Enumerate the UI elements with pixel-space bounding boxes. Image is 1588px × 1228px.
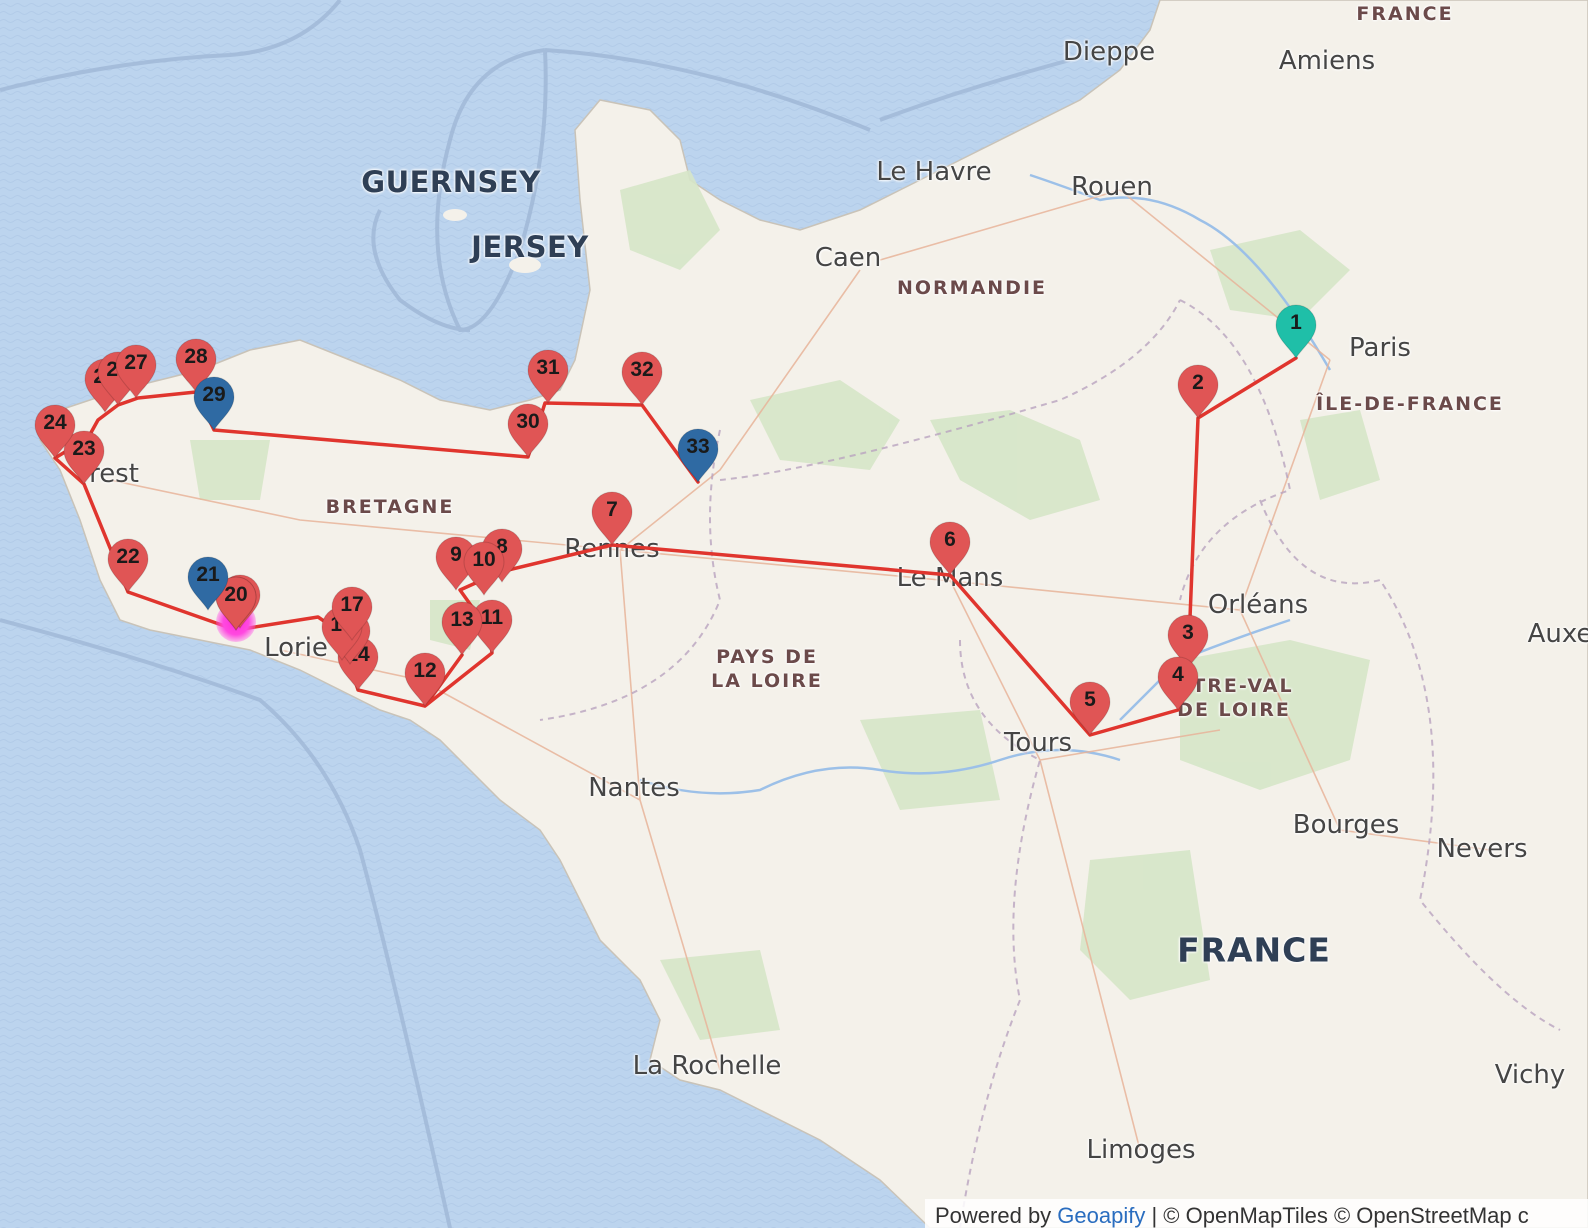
route-marker-number: 7 [606, 498, 618, 521]
route-marker-17[interactable]: 17 [329, 584, 375, 642]
place-label-jersey: JERSEY [471, 230, 589, 264]
route-marker-number: 29 [202, 383, 226, 406]
place-label-orleans: Orléans [1207, 590, 1309, 620]
route-marker-number: 2 [1192, 371, 1204, 394]
route-marker-number: 4 [1172, 663, 1184, 686]
route-marker-21[interactable]: 21 [185, 554, 231, 612]
place-label-normandie: NORMANDIE [896, 277, 1048, 299]
route-marker-7[interactable]: 7 [589, 489, 635, 547]
place-label-caen: Caen [814, 243, 882, 273]
place-label-paris: Paris [1349, 333, 1411, 363]
place-label-nevers: Nevers [1436, 834, 1528, 864]
attribution-prefix: Powered by [935, 1203, 1058, 1228]
route-marker-number: 32 [630, 358, 654, 381]
route-marker-2[interactable]: 2 [1175, 362, 1221, 420]
route-marker-number: 12 [413, 659, 437, 682]
place-label-le-havre: Le Havre [876, 157, 992, 187]
place-label-limoges: Limoges [1086, 1135, 1196, 1165]
route-marker-10[interactable]: 10 [461, 539, 507, 597]
route-marker-number: 30 [516, 410, 540, 433]
place-label-tours: Tours [1003, 728, 1073, 758]
place-label-pays-de-la-loire: PAYS DE LA LOIRE [711, 645, 823, 693]
route-marker-number: 31 [536, 356, 560, 379]
pays-de-la-loire-text: PAYS DE LA LOIRE [711, 646, 823, 692]
route-marker-33[interactable]: 33 [675, 426, 721, 484]
route-marker-number: 28 [184, 345, 208, 368]
place-label-dieppe: Dieppe [1062, 37, 1156, 67]
route-marker-number: 10 [472, 548, 496, 571]
route-marker-27[interactable]: 27 [113, 342, 159, 400]
route-marker-number: 22 [116, 545, 140, 568]
route-marker-24[interactable]: 24 [32, 402, 78, 460]
place-label-guernsey: GUERNSEY [361, 165, 541, 199]
route-marker-number: 5 [1084, 688, 1096, 711]
route-marker-number: 6 [944, 528, 956, 551]
route-marker-22[interactable]: 22 [105, 536, 151, 594]
place-label-la-rochelle: La Rochelle [632, 1051, 782, 1081]
place-label-vichy: Vichy [1494, 1060, 1566, 1090]
route-marker-6[interactable]: 6 [927, 519, 973, 577]
route-marker-number: 1 [1290, 311, 1302, 334]
route-marker-13[interactable]: 13 [439, 599, 485, 657]
route-marker-number: 27 [124, 351, 148, 374]
route-marker-30[interactable]: 30 [505, 401, 551, 459]
route-marker-number: 33 [686, 435, 710, 458]
place-label-france-top: FRANCE [1356, 3, 1454, 25]
route-marker-number: 21 [196, 563, 220, 586]
attribution-provider-link[interactable]: Geoapify [1057, 1203, 1145, 1228]
route-marker-5[interactable]: 5 [1067, 679, 1113, 737]
map-canvas[interactable]: Dieppe Amiens FRANCE Le Havre Rouen Caen… [0, 0, 1588, 1228]
place-label-nantes: Nantes [588, 773, 680, 803]
route-marker-4[interactable]: 4 [1155, 654, 1201, 712]
place-label-ile-de-france: ÎLE-DE-FRANCE [1316, 393, 1504, 415]
route-marker-number: 3 [1182, 621, 1194, 644]
route-marker-number: 24 [43, 411, 67, 434]
attribution-rest: | © OpenMapTiles © OpenStreetMap c [1145, 1203, 1529, 1228]
route-marker-29[interactable]: 29 [191, 374, 237, 432]
route-marker-12[interactable]: 12 [402, 650, 448, 708]
route-marker-32[interactable]: 32 [619, 349, 665, 407]
place-label-auxerre: Auxe [1527, 619, 1588, 649]
place-label-bretagne: BRETAGNE [325, 496, 455, 518]
place-label-rouen: Rouen [1071, 172, 1153, 202]
route-marker-31[interactable]: 31 [525, 347, 571, 405]
route-marker-1[interactable]: 1 [1273, 302, 1319, 360]
attribution-bar: Powered by Geoapify | © OpenMapTiles © O… [925, 1199, 1588, 1228]
route-marker-number: 17 [340, 593, 364, 616]
place-label-amiens: Amiens [1278, 46, 1376, 76]
place-label-bourges: Bourges [1292, 810, 1400, 840]
place-label-france: FRANCE [1177, 930, 1331, 970]
route-marker-number: 13 [450, 608, 474, 631]
